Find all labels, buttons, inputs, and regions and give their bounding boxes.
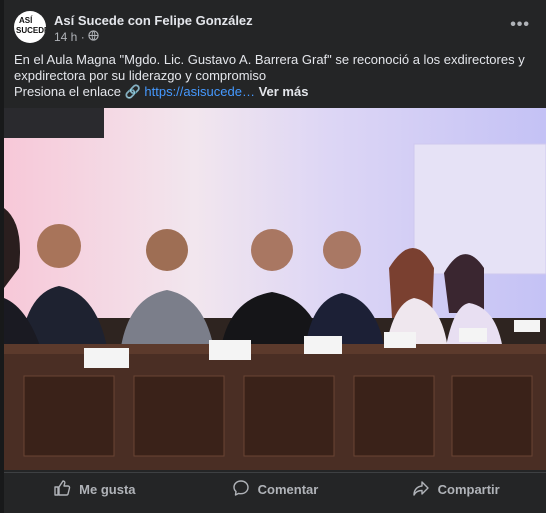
post-text-line: expdirectora por su liderazgo y compromi… (14, 68, 267, 83)
thumbs-up-icon (53, 479, 71, 500)
author-name[interactable]: Así Sucede con Felipe González (54, 13, 253, 28)
event-photo-illustration (4, 108, 546, 470)
post-meta: 14 h · (54, 30, 99, 44)
avatar-text-top: ASÍ (19, 16, 33, 25)
share-icon (412, 479, 430, 500)
comment-label: Comentar (257, 481, 319, 497)
share-button[interactable]: Compartir (365, 473, 546, 505)
post-text-line-3: Presiona el enlace 🔗 https://asisucede… … (14, 84, 534, 100)
post-link[interactable]: https://asisucede… (144, 84, 255, 99)
like-label: Me gusta (79, 481, 136, 497)
post-time[interactable]: 14 h · (54, 30, 85, 44)
like-button[interactable]: Me gusta (4, 473, 185, 505)
post-header: ASÍ SUCEDE Así Sucede con Felipe Gonzále… (14, 8, 536, 44)
comment-button[interactable]: Comentar (185, 473, 366, 505)
post-text-line: En el Aula Magna "Mgdo. Lic. Gustavo A. … (14, 52, 525, 67)
link-prompt: Presiona el enlace 🔗 (14, 84, 141, 99)
see-more-link[interactable]: Ver más (259, 84, 309, 99)
avatar[interactable]: ASÍ SUCEDE (14, 11, 46, 43)
share-label: Compartir (437, 481, 500, 497)
avatar-text-bottom: SUCEDE (16, 26, 46, 35)
comment-icon (232, 479, 250, 500)
post-actions: Me gusta Comentar Compartir (4, 472, 546, 505)
post-card: ASÍ SUCEDE Así Sucede con Felipe Gonzále… (4, 0, 546, 513)
more-options-button[interactable]: ••• (510, 16, 530, 34)
post-text: En el Aula Magna "Mgdo. Lic. Gustavo A. … (14, 52, 534, 100)
globe-icon (88, 30, 99, 44)
post-photo[interactable] (4, 108, 546, 470)
